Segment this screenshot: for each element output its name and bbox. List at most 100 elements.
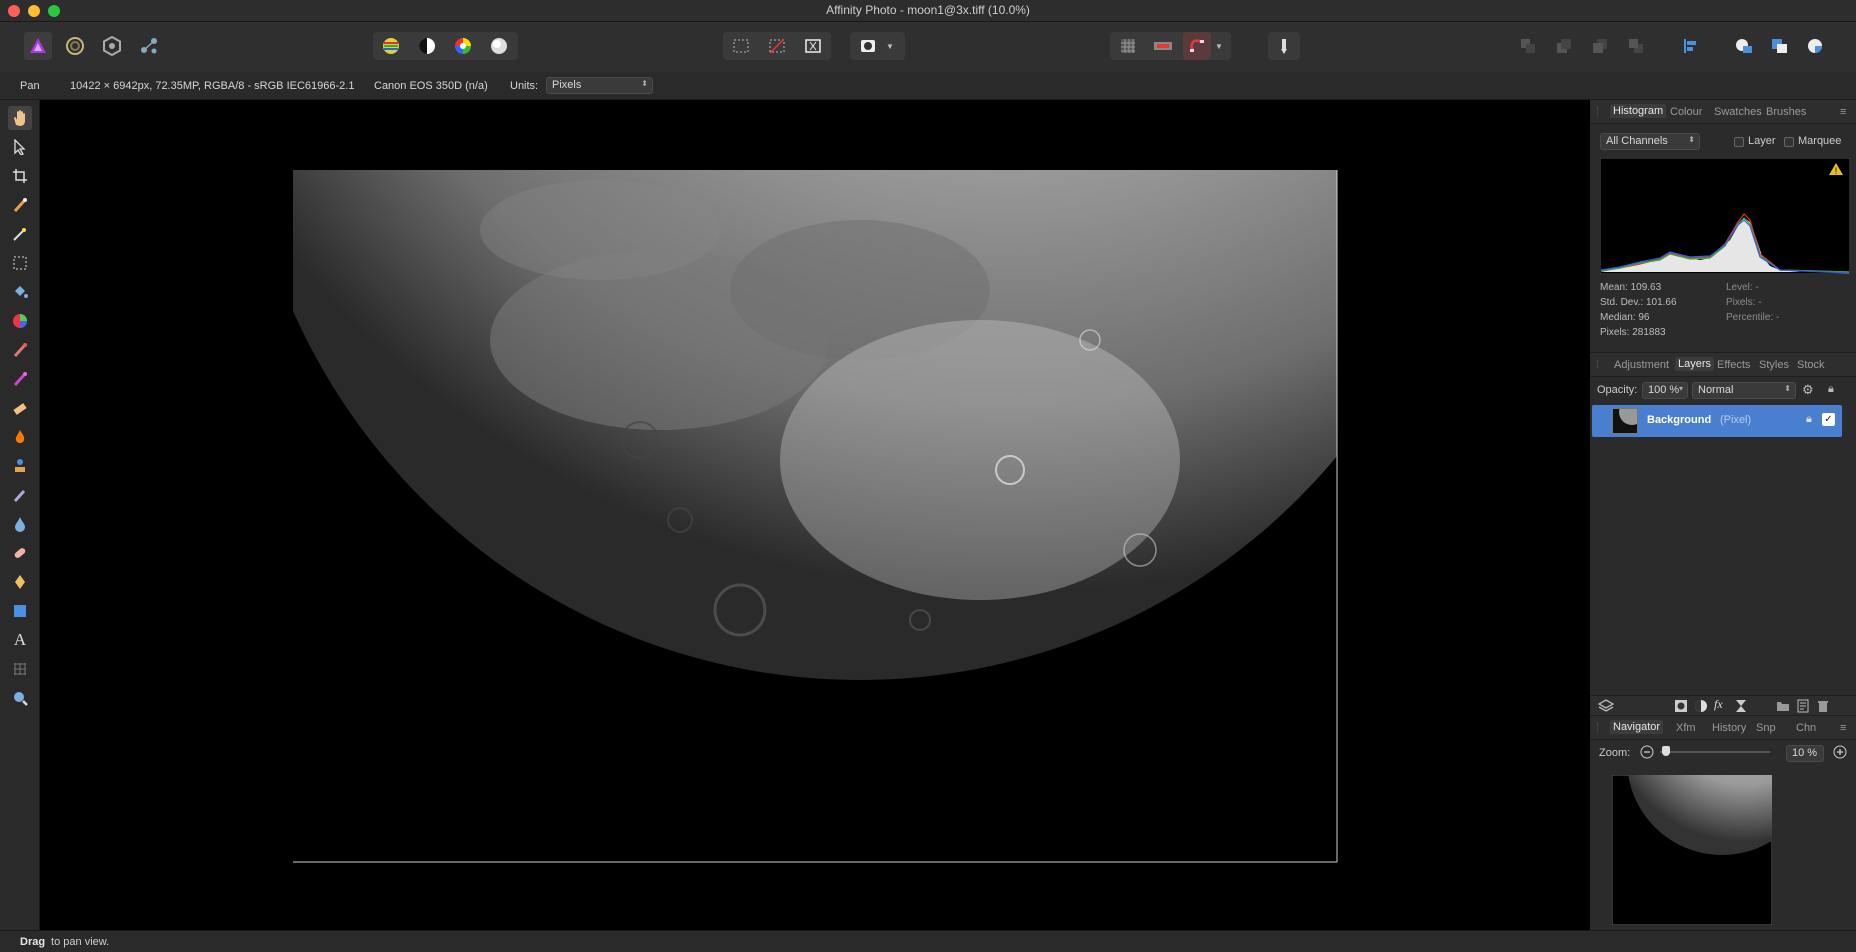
zoom-out-icon[interactable]: [1640, 745, 1654, 759]
flood-select-tool[interactable]: [8, 222, 32, 246]
folder-icon[interactable]: [1776, 699, 1790, 713]
move-to-front-button[interactable]: [1622, 32, 1650, 60]
tab-channels[interactable]: Chn: [1796, 722, 1816, 734]
tab-swatches-label[interactable]: Swatches: [1714, 106, 1762, 118]
text-tool[interactable]: A: [8, 628, 32, 652]
auto-white-balance-button[interactable]: [485, 32, 513, 60]
move-to-back-button[interactable]: [1514, 32, 1542, 60]
export-persona-button[interactable]: [135, 32, 163, 60]
add-pixel-layer-icon[interactable]: [1796, 699, 1810, 713]
auto-colour-button[interactable]: [449, 32, 477, 60]
histogram-tabs-bar: ⁞ Histogram Colour Swatches Brushes ≡: [1590, 100, 1856, 124]
select-all-button[interactable]: [727, 32, 755, 60]
auto-contrast-button[interactable]: [413, 32, 441, 60]
view-tool[interactable]: [8, 106, 32, 130]
grid-button[interactable]: [1114, 32, 1142, 60]
erase-brush-tool[interactable]: [8, 396, 32, 420]
tab-histogram-label[interactable]: Histogram: [1610, 104, 1667, 118]
mask-layer-icon[interactable]: [1674, 699, 1688, 713]
layer-visibility-checkbox[interactable]: ✓: [1822, 413, 1835, 426]
context-toolbar-button[interactable]: [1270, 32, 1298, 60]
drag-handle-icon[interactable]: ⁞: [1596, 106, 1599, 118]
blend-mode-select[interactable]: Normal ⬍: [1692, 382, 1796, 399]
pen-tool[interactable]: [8, 570, 32, 594]
opacity-field[interactable]: 100 % ▾: [1642, 382, 1688, 399]
document-canvas[interactable]: [40, 100, 1590, 930]
lock-icon[interactable]: 🔒︎: [1828, 383, 1834, 396]
move-back-one-button[interactable]: [1550, 32, 1578, 60]
navigator-preview[interactable]: [1612, 775, 1772, 925]
paint-brush-tool[interactable]: [8, 338, 32, 362]
hamburger-icon[interactable]: ≡: [1840, 106, 1846, 118]
quick-mask-dropdown[interactable]: ▼: [880, 32, 900, 60]
rectangle-tool[interactable]: [8, 599, 32, 623]
layers-stack-icon[interactable]: [1598, 698, 1614, 714]
colour-picker-tool[interactable]: [8, 309, 32, 333]
crop-tool[interactable]: [8, 164, 32, 188]
tab-stock[interactable]: Stock: [1797, 359, 1825, 371]
blur-brush-tool[interactable]: [8, 512, 32, 536]
healing-brush-tool[interactable]: [8, 541, 32, 565]
marquee-tool[interactable]: [8, 251, 32, 275]
assistant-button[interactable]: [1149, 32, 1177, 60]
tab-layers[interactable]: Layers: [1675, 357, 1715, 371]
adjustment-layer-icon[interactable]: [1694, 699, 1708, 713]
tab-transform[interactable]: Xfm: [1676, 722, 1696, 734]
mesh-warp-tool[interactable]: [8, 657, 32, 681]
photo-persona-button[interactable]: [24, 32, 52, 60]
selection-brush-tool[interactable]: [8, 193, 32, 217]
layer-checkbox[interactable]: [1734, 137, 1744, 147]
move-forward-one-button[interactable]: [1586, 32, 1614, 60]
snapping-button[interactable]: [1183, 32, 1211, 60]
paint-brush-icon: [13, 343, 27, 358]
tab-snapshots[interactable]: Snp: [1756, 722, 1776, 734]
trash-icon[interactable]: [1816, 699, 1830, 713]
snapping-dropdown[interactable]: ▼: [1210, 32, 1228, 60]
drag-handle-icon[interactable]: ⁞: [1596, 722, 1599, 734]
arrange-back-icon: [1521, 39, 1535, 53]
tab-adjustment[interactable]: Adjustment: [1614, 359, 1669, 371]
zoom-in-icon[interactable]: [1833, 745, 1847, 759]
tab-styles[interactable]: Styles: [1759, 359, 1789, 371]
stat-median: Median: 96: [1600, 312, 1650, 323]
histogram-channel-dropdown[interactable]: All Channels ⬍: [1600, 133, 1700, 150]
deselect-button[interactable]: [763, 32, 791, 60]
deselect-icon: [769, 38, 785, 54]
dodge-burn-tool[interactable]: [8, 425, 32, 449]
colour-replacement-tool[interactable]: [8, 367, 32, 391]
geometry-add-button[interactable]: [1730, 32, 1758, 60]
flood-fill-tool[interactable]: [8, 280, 32, 304]
units-select[interactable]: Pixels ⬍: [546, 77, 653, 94]
clone-brush-tool[interactable]: [8, 454, 32, 478]
layer-row-background[interactable]: Background (Pixel) 🔒︎ ✓: [1592, 405, 1842, 437]
moon-image: [293, 170, 1338, 863]
marquee-checkbox[interactable]: [1784, 137, 1794, 147]
geometry-intersect-button[interactable]: [1802, 32, 1830, 60]
grid-icon: [1121, 39, 1135, 53]
share-icon: [141, 38, 157, 54]
levels-button[interactable]: [377, 32, 405, 60]
move-tool[interactable]: [8, 135, 32, 159]
tab-navigator[interactable]: Navigator: [1610, 720, 1664, 734]
zoom-tool[interactable]: [8, 686, 32, 710]
fx-icon[interactable]: fx: [1714, 697, 1723, 712]
gear-icon[interactable]: ⚙: [1802, 382, 1814, 398]
zoom-slider[interactable]: [1660, 746, 1770, 756]
develop-persona-button[interactable]: [98, 32, 126, 60]
tab-effects[interactable]: Effects: [1717, 359, 1750, 371]
zoom-slider-thumb[interactable]: [1662, 746, 1670, 756]
drag-handle-icon[interactable]: ⁞: [1596, 359, 1599, 371]
tab-history[interactable]: History: [1712, 722, 1746, 734]
zoom-value-field[interactable]: 10 %: [1786, 745, 1824, 762]
liquify-persona-button[interactable]: [61, 32, 89, 60]
smudge-brush-tool[interactable]: [8, 483, 32, 507]
layer-lock-icon[interactable]: 🔒︎: [1806, 413, 1812, 426]
hamburger-icon[interactable]: ≡: [1840, 722, 1846, 734]
geometry-subtract-button[interactable]: [1766, 32, 1794, 60]
live-filter-icon[interactable]: [1734, 699, 1748, 713]
alignment-button[interactable]: [1676, 32, 1704, 60]
invert-selection-button[interactable]: [799, 32, 827, 60]
quick-mask-button[interactable]: [854, 32, 882, 60]
tab-brushes-label[interactable]: Brushes: [1766, 106, 1806, 118]
tab-colour-label[interactable]: Colour: [1670, 106, 1702, 118]
